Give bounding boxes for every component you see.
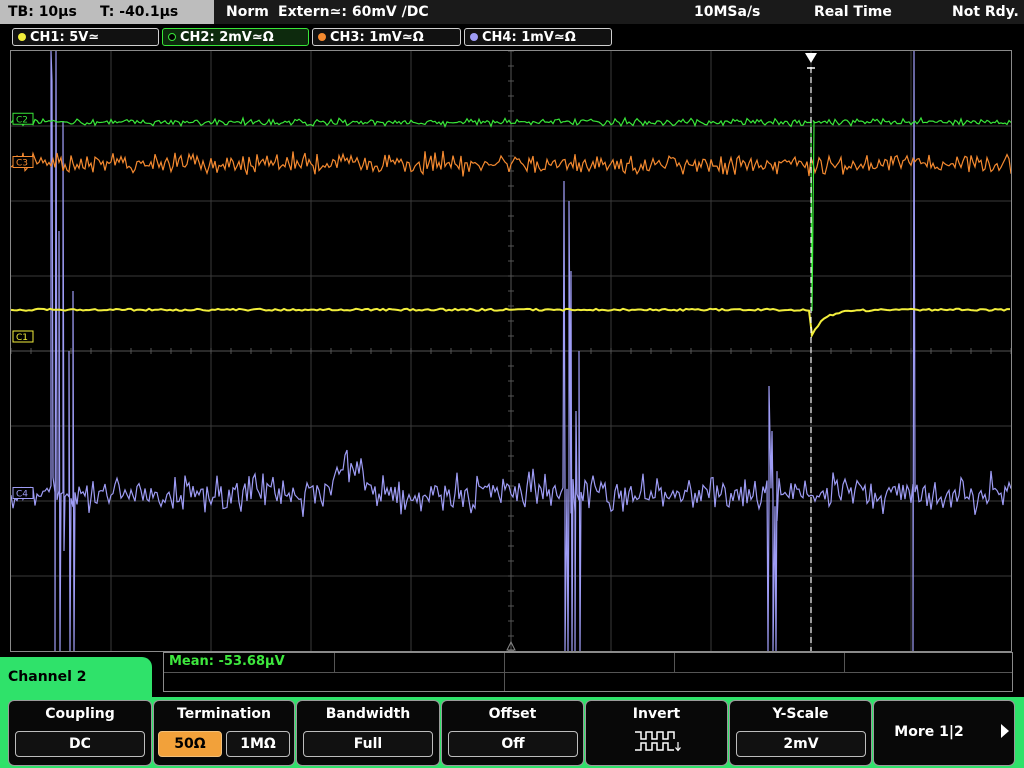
ch3-color-dot	[318, 33, 326, 41]
tab-ch3[interactable]: CH3: 1mV≃Ω	[312, 28, 461, 46]
bandwidth-value[interactable]: Full	[303, 731, 433, 757]
termination-title: Termination	[177, 706, 271, 722]
ch4-label: CH4: 1mV≃Ω	[482, 30, 576, 45]
measurement-divider	[844, 653, 845, 672]
ch3-label: CH3: 1mV≃Ω	[330, 30, 424, 45]
tab-ch2[interactable]: CH2: 2mV≃Ω	[162, 28, 309, 46]
yscale-softkey[interactable]: Y-Scale 2mV	[729, 700, 872, 766]
yscale-value[interactable]: 2mV	[736, 731, 866, 757]
c1-marker-label: C1	[16, 333, 28, 343]
waveform-display[interactable]: C2 C3 C1 C4	[10, 50, 1012, 652]
coupling-title: Coupling	[45, 706, 115, 722]
ready-status: Not Rdy.	[952, 4, 1019, 20]
acquisition-mode: Real Time	[814, 4, 892, 20]
markers: C2 C3 C1 C4	[12, 53, 817, 651]
ch1-label: CH1: 5V≃	[30, 30, 100, 45]
tab-ch4[interactable]: CH4: 1mV≃Ω	[464, 28, 612, 46]
timebase-box[interactable]: TB: 10µs T: -40.1µs	[0, 0, 214, 24]
c4-ground-marker[interactable]: C4	[12, 487, 34, 500]
ch2-label: CH2: 2mV≃Ω	[180, 30, 274, 45]
more-label: More 1|2	[894, 724, 964, 740]
offset-softkey[interactable]: Offset Off	[441, 700, 584, 766]
yscale-title: Y-Scale	[772, 706, 829, 722]
invert-softkey[interactable]: Invert	[585, 700, 728, 766]
termination-1mohm-option[interactable]: 1MΩ	[226, 731, 290, 757]
graticule	[11, 51, 1011, 651]
status-bar: TB: 10µs T: -40.1µs Norm Extern≃: 60mV ∕…	[0, 0, 1024, 24]
waveform-svg: C2 C3 C1 C4	[11, 51, 1011, 651]
coupling-value[interactable]: DC	[15, 731, 145, 757]
measurement-divider	[164, 672, 1012, 673]
offset-value[interactable]: Off	[448, 731, 578, 757]
measurement-divider	[334, 653, 335, 672]
c2-ground-marker[interactable]: C2	[12, 112, 34, 125]
invert-title: Invert	[632, 706, 681, 722]
c3-marker-label: C3	[16, 159, 28, 169]
c4-marker-label: C4	[16, 490, 28, 500]
termination-softkey[interactable]: Termination 50Ω 1MΩ	[153, 700, 295, 766]
trigger-marker-icon[interactable]	[805, 53, 817, 63]
mean-measurement: Mean: -53.68µV	[169, 654, 285, 669]
measurement-divider	[674, 653, 675, 672]
ch1-color-dot	[18, 33, 26, 41]
trigger-mode[interactable]: Norm	[226, 0, 269, 24]
more-softkey[interactable]: More 1|2	[873, 700, 1015, 766]
c2-marker-label: C2	[16, 115, 28, 125]
ch2-color-dot	[168, 33, 176, 41]
bandwidth-softkey[interactable]: Bandwidth Full	[296, 700, 440, 766]
sample-rate: 10MSa/s	[694, 4, 761, 20]
termination-50ohm-option[interactable]: 50Ω	[158, 731, 222, 757]
ch4-color-dot	[470, 33, 478, 41]
more-arrow-icon	[1001, 724, 1009, 738]
bandwidth-title: Bandwidth	[325, 706, 411, 722]
measurement-bar: Mean: -53.68µV	[163, 652, 1013, 692]
tab-ch1[interactable]: CH1: 5V≃	[12, 28, 159, 46]
trigger-position-value: T: -40.1µs	[100, 4, 179, 20]
c3-ground-marker[interactable]: C3	[12, 156, 34, 169]
offset-title: Offset	[488, 706, 537, 722]
inverted-square-wave-icon	[635, 731, 681, 752]
timebase-value: TB: 10µs	[8, 4, 77, 20]
trigger-source[interactable]: Extern≃: 60mV ∕DC	[278, 0, 429, 24]
coupling-softkey[interactable]: Coupling DC	[8, 700, 152, 766]
menu-title: Channel 2	[8, 669, 87, 685]
c1-ground-marker[interactable]: C1	[12, 330, 34, 343]
